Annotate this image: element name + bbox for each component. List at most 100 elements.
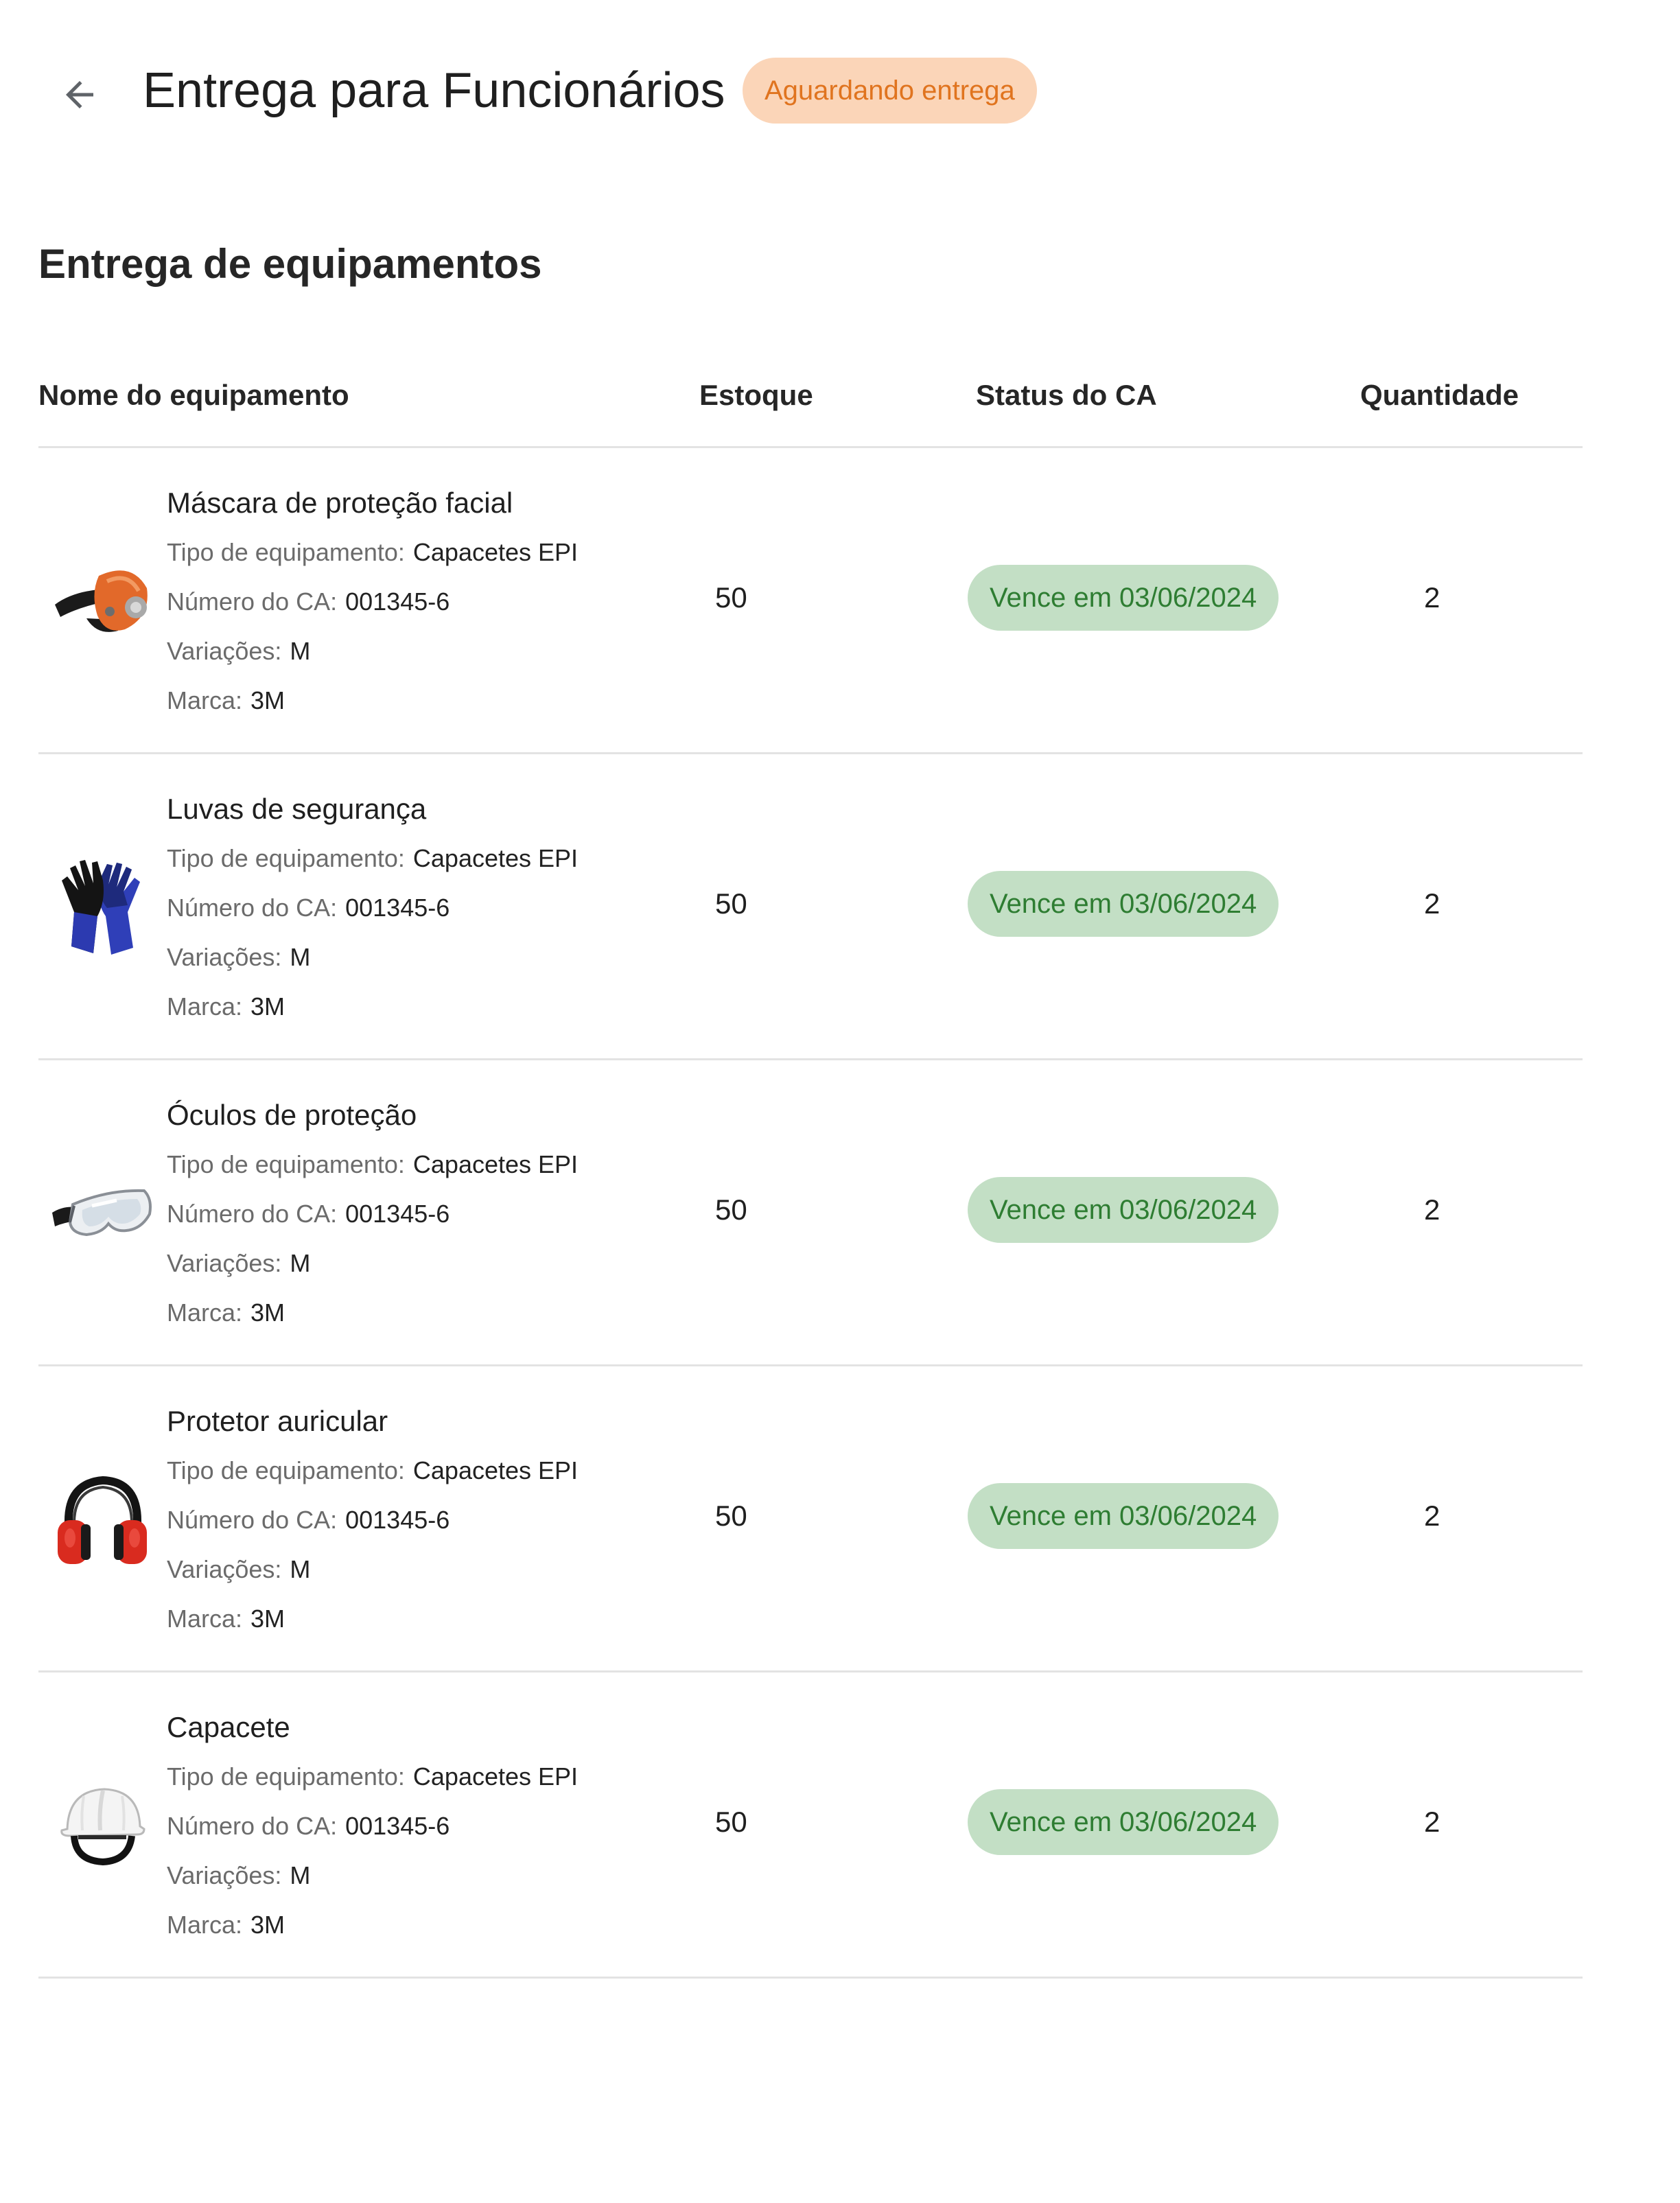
quantity-value: 2 xyxy=(1424,1806,1440,1838)
item-name: Óculos de proteção xyxy=(167,1099,417,1131)
item-name: Máscara de proteção facial xyxy=(167,487,513,519)
item-info: Máscara de proteção facial Tipo de equip… xyxy=(167,482,578,721)
column-header-ca-status[interactable]: Status do CA xyxy=(976,375,1157,416)
item-type: Tipo de equipamento: Capacetes EPI xyxy=(167,1756,578,1797)
stock-value: 50 xyxy=(715,1806,747,1838)
quantity-value: 2 xyxy=(1424,1193,1440,1226)
brand-label: Marca: xyxy=(167,686,243,714)
variations-label: Variações: xyxy=(167,1249,282,1277)
table-row[interactable]: Capacete Tipo de equipamento: Capacetes E… xyxy=(38,1672,1583,1979)
type-label: Tipo de equipamento: xyxy=(167,1762,405,1791)
brand-label: Marca: xyxy=(167,992,243,1021)
stock-value: 50 xyxy=(715,581,747,614)
item-ca-number: Número do CA: 001345-6 xyxy=(167,1193,578,1235)
item-info: Capacete Tipo de equipamento: Capacetes E… xyxy=(167,1707,578,1946)
item-ca-number: Número do CA: 001345-6 xyxy=(167,581,578,622)
item-brand: Marca: 3M xyxy=(167,1292,578,1333)
ca-number-value: 001345-6 xyxy=(345,894,450,922)
ca-number-value: 001345-6 xyxy=(345,1812,450,1840)
variations-value: M xyxy=(290,1249,311,1277)
ca-status-badge: Vence em 03/06/2024 xyxy=(968,565,1279,631)
face-mask-icon xyxy=(51,551,154,654)
type-label: Tipo de equipamento: xyxy=(167,1456,405,1484)
brand-value: 3M xyxy=(250,1911,285,1939)
item-brand: Marca: 3M xyxy=(167,986,578,1027)
item-ca-number: Número do CA: 001345-6 xyxy=(167,1806,578,1847)
column-header-stock[interactable]: Estoque xyxy=(699,375,813,416)
brand-label: Marca: xyxy=(167,1605,243,1633)
item-type: Tipo de equipamento: Capacetes EPI xyxy=(167,838,578,879)
stock-value: 50 xyxy=(715,887,747,920)
table-row[interactable]: Luvas de segurança Tipo de equipamento: C… xyxy=(38,754,1583,1060)
table-row[interactable]: Máscara de proteção facial Tipo de equip… xyxy=(38,448,1583,754)
section-title: Entrega de equipamentos xyxy=(38,241,542,287)
ca-number-value: 001345-6 xyxy=(345,1506,450,1534)
variations-label: Variações: xyxy=(167,943,282,971)
brand-label: Marca: xyxy=(167,1298,243,1327)
variations-label: Variações: xyxy=(167,1861,282,1889)
ear-protector-icon xyxy=(51,1469,154,1572)
brand-label: Marca: xyxy=(167,1911,243,1939)
item-ca-number: Número do CA: 001345-6 xyxy=(167,887,578,929)
ca-number-value: 001345-6 xyxy=(345,1200,450,1228)
ca-number-value: 001345-6 xyxy=(345,587,450,616)
item-type: Tipo de equipamento: Capacetes EPI xyxy=(167,1144,578,1185)
variations-value: M xyxy=(290,943,311,971)
item-brand: Marca: 3M xyxy=(167,1598,578,1640)
type-value: Capacetes EPI xyxy=(412,1762,579,1791)
stock-value: 50 xyxy=(715,1193,747,1226)
type-value: Capacetes EPI xyxy=(412,844,579,872)
page-title: Entrega para Funcionários xyxy=(143,63,725,118)
item-variations: Variações: M xyxy=(167,1243,578,1284)
stock-value: 50 xyxy=(715,1500,747,1532)
item-variations: Variações: M xyxy=(167,1855,578,1896)
item-variations: Variações: M xyxy=(167,631,578,672)
column-header-name[interactable]: Nome do equipamento xyxy=(38,375,349,416)
ca-status-badge: Vence em 03/06/2024 xyxy=(968,1483,1279,1549)
quantity-value: 2 xyxy=(1424,581,1440,614)
quantity-value: 2 xyxy=(1424,1500,1440,1532)
goggles-icon xyxy=(51,1163,154,1266)
item-type: Tipo de equipamento: Capacetes EPI xyxy=(167,1450,578,1491)
gloves-icon xyxy=(51,857,154,960)
item-ca-number: Número do CA: 001345-6 xyxy=(167,1500,578,1541)
ca-number-label: Número do CA: xyxy=(167,587,338,616)
type-label: Tipo de equipamento: xyxy=(167,1150,405,1178)
type-value: Capacetes EPI xyxy=(412,538,579,566)
status-badge: Aguardando entrega xyxy=(743,58,1037,124)
type-value: Capacetes EPI xyxy=(412,1456,579,1484)
ca-status-badge: Vence em 03/06/2024 xyxy=(968,871,1279,937)
variations-value: M xyxy=(290,1555,311,1583)
type-value: Capacetes EPI xyxy=(412,1150,579,1178)
brand-value: 3M xyxy=(250,992,285,1021)
item-brand: Marca: 3M xyxy=(167,1904,578,1946)
table-header: Nome do equipamento Estoque Status do CA… xyxy=(38,357,1583,448)
type-label: Tipo de equipamento: xyxy=(167,844,405,872)
item-info: Óculos de proteção Tipo de equipamento: C… xyxy=(167,1095,578,1333)
table-row[interactable]: Protetor auricular Tipo de equipamento: C… xyxy=(38,1366,1583,1672)
ca-number-label: Número do CA: xyxy=(167,1506,338,1534)
variations-label: Variações: xyxy=(167,1555,282,1583)
item-name: Luvas de segurança xyxy=(167,793,427,825)
ca-status-badge: Vence em 03/06/2024 xyxy=(968,1789,1279,1855)
variations-value: M xyxy=(290,637,311,665)
ca-status-badge: Vence em 03/06/2024 xyxy=(968,1177,1279,1243)
item-variations: Variações: M xyxy=(167,1549,578,1590)
ca-number-label: Número do CA: xyxy=(167,1812,338,1840)
page-header: Entrega para Funcionários Aguardando ent… xyxy=(0,0,1680,181)
ca-number-label: Número do CA: xyxy=(167,894,338,922)
column-header-quantity[interactable]: Quantidade xyxy=(1360,375,1519,416)
ca-number-label: Número do CA: xyxy=(167,1200,338,1228)
variations-value: M xyxy=(290,1861,311,1889)
item-name: Capacete xyxy=(167,1711,290,1743)
quantity-value: 2 xyxy=(1424,887,1440,920)
brand-value: 3M xyxy=(250,1298,285,1327)
table-row[interactable]: Óculos de proteção Tipo de equipamento: C… xyxy=(38,1060,1583,1366)
equipment-table: Nome do equipamento Estoque Status do CA… xyxy=(38,357,1583,1979)
variations-label: Variações: xyxy=(167,637,282,665)
item-info: Luvas de segurança Tipo de equipamento: C… xyxy=(167,789,578,1027)
item-brand: Marca: 3M xyxy=(167,680,578,721)
brand-value: 3M xyxy=(250,686,285,714)
type-label: Tipo de equipamento: xyxy=(167,538,405,566)
back-button[interactable] xyxy=(47,62,113,128)
